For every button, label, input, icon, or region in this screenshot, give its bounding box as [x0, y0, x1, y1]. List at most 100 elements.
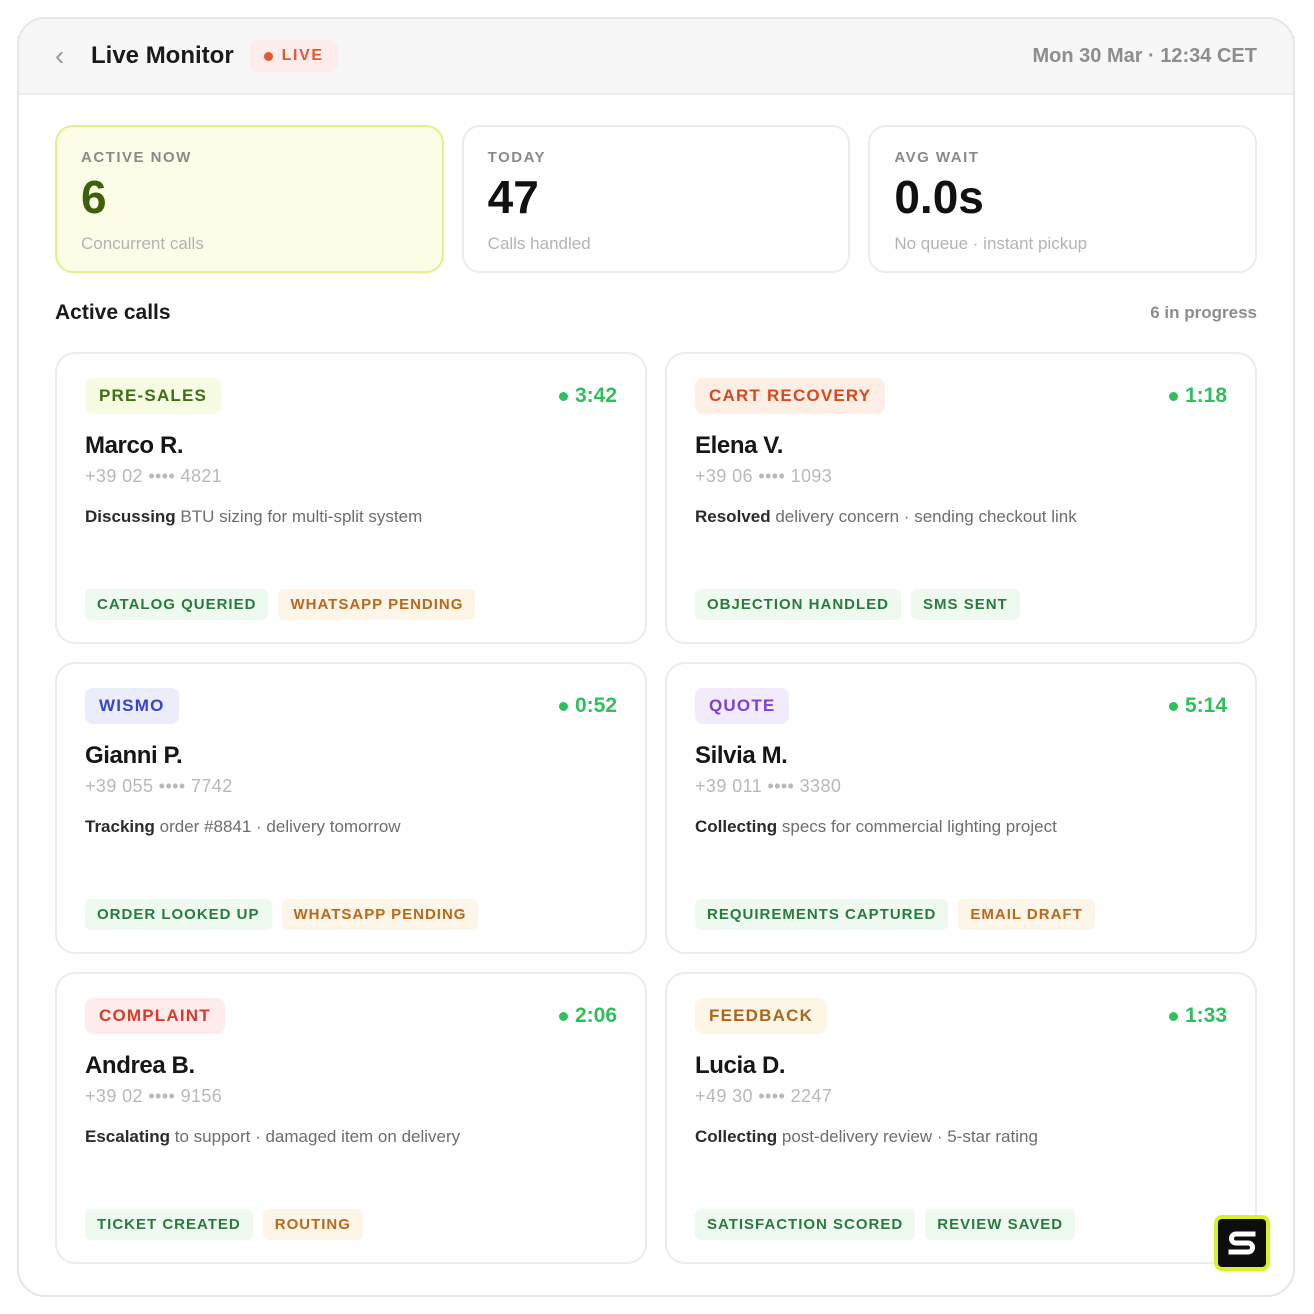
call-duration: 3:42: [574, 384, 617, 407]
status-badge: CATALOG QUERIED: [85, 589, 269, 620]
timer-dot-icon: [1168, 391, 1178, 401]
status-badge: TICKET CREATED: [85, 1209, 253, 1240]
active-calls-header: Active calls 6 in progress: [55, 301, 1257, 325]
stat-subtitle: Concurrent calls: [81, 234, 204, 253]
status-badge: EMAIL DRAFT: [958, 899, 1095, 930]
call-summary: Collecting specs for commercial lighting…: [695, 817, 1227, 837]
stat-label: AVG WAIT: [894, 149, 980, 166]
timer-dot-icon: [558, 391, 568, 401]
caller-phone: +49 30 •••• 2247: [695, 1086, 833, 1106]
timer-dot-icon: [1168, 701, 1178, 711]
stat-label: ACTIVE NOW: [81, 149, 192, 166]
call-card[interactable]: FEEDBACK 1:33 Lucia D. +49 30 •••• 2247 …: [665, 972, 1257, 1264]
status-badge: ROUTING: [262, 1209, 363, 1240]
caller-phone: +39 011 •••• 3380: [695, 776, 842, 796]
stat-value: 6: [81, 171, 107, 223]
summary-action: Escalating: [85, 1127, 171, 1146]
summary-action: Tracking: [85, 817, 155, 836]
status-badge: REQUIREMENTS CAPTURED: [695, 899, 949, 930]
caller-name: Marco R.: [85, 432, 184, 459]
call-badges: CATALOG QUERIED WHATSAPP PENDING: [85, 589, 476, 620]
call-card[interactable]: QUOTE 5:14 Silvia M. +39 011 •••• 3380 C…: [665, 662, 1257, 954]
call-summary: Tracking order #8841 · delivery tomorrow: [85, 817, 617, 837]
status-badge: ORDER LOOKED UP: [85, 899, 272, 930]
active-calls-grid: PRE-SALES 3:42 Marco R. +39 02 •••• 4821…: [55, 352, 1257, 1264]
summary-detail: specs for commercial lighting project: [777, 817, 1057, 836]
caller-name: Lucia D.: [695, 1052, 786, 1079]
summary-detail: order #8841 · delivery tomorrow: [154, 817, 401, 836]
status-badge: SMS SENT: [911, 589, 1020, 620]
call-timer: 2:06: [558, 1004, 617, 1028]
caller-phone: +39 02 •••• 9156: [85, 1086, 223, 1106]
call-duration: 2:06: [574, 1004, 617, 1027]
call-category-tag: WISMO: [85, 688, 179, 724]
caller-phone: +39 06 •••• 1093: [695, 466, 833, 486]
call-category-tag: FEEDBACK: [695, 998, 828, 1034]
summary-action: Collecting: [695, 1127, 778, 1146]
status-badge: OBJECTION HANDLED: [695, 589, 902, 620]
call-duration: 1:33: [1184, 1004, 1227, 1027]
call-badges: ORDER LOOKED UP WHATSAPP PENDING: [85, 899, 479, 930]
page-title: Live Monitor: [91, 42, 234, 69]
live-dot-icon: [263, 51, 273, 61]
call-card[interactable]: WISMO 0:52 Gianni P. +39 055 •••• 7742 T…: [55, 662, 647, 954]
summary-detail: post-delivery review · 5-star rating: [777, 1127, 1038, 1146]
call-duration: 1:18: [1184, 384, 1227, 407]
summary-detail: to support · damaged item on delivery: [170, 1127, 461, 1146]
stat-card-today: TODAY 47 Calls handled: [461, 125, 851, 273]
call-timer: 3:42: [558, 384, 617, 408]
caller-name: Elena V.: [695, 432, 783, 459]
stat-value: 0.0s: [894, 171, 984, 223]
call-summary: Discussing BTU sizing for multi-split sy…: [85, 507, 617, 527]
live-label: LIVE: [281, 47, 324, 64]
call-badges: TICKET CREATED ROUTING: [85, 1209, 363, 1240]
call-timer: 1:18: [1168, 384, 1227, 408]
calls-in-progress-count: 6 in progress: [1150, 303, 1257, 322]
summary-action: Collecting: [695, 817, 778, 836]
summary-detail: BTU sizing for multi-split system: [175, 507, 423, 526]
call-timer: 0:52: [558, 694, 617, 718]
call-category-tag: CART RECOVERY: [695, 378, 886, 414]
call-timer: 5:14: [1168, 694, 1227, 718]
summary-detail: delivery concern · sending checkout link: [770, 507, 1077, 526]
top-bar: ‹ Live Monitor LIVE Mon 30 Mar · 12:34 C…: [19, 19, 1293, 95]
call-category-tag: PRE-SALES: [85, 378, 222, 414]
caller-name: Gianni P.: [85, 742, 183, 769]
summary-action: Resolved: [695, 507, 771, 526]
stat-card-active-now: ACTIVE NOW 6 Concurrent calls: [55, 125, 444, 273]
datetime-label: Mon 30 Mar · 12:34 CET: [1032, 44, 1257, 67]
caller-name: Andrea B.: [85, 1052, 195, 1079]
call-badges: SATISFACTION SCORED REVIEW SAVED: [695, 1209, 1076, 1240]
s-logo-mark: [1218, 1219, 1266, 1267]
timer-dot-icon: [1168, 1011, 1178, 1021]
caller-phone: +39 055 •••• 7742: [85, 776, 233, 796]
call-summary: Escalating to support · damaged item on …: [85, 1127, 617, 1147]
stats-row: ACTIVE NOW 6 Concurrent calls TODAY 47 C…: [55, 125, 1258, 273]
call-badges: REQUIREMENTS CAPTURED EMAIL DRAFT: [695, 899, 1095, 930]
chevron-left-icon[interactable]: ‹: [55, 42, 81, 70]
timer-dot-icon: [558, 701, 568, 711]
caller-name: Silvia M.: [695, 742, 788, 769]
section-title: Active calls: [55, 301, 171, 324]
status-badge: WHATSAPP PENDING: [281, 899, 479, 930]
s-logo-icon[interactable]: [1214, 1215, 1270, 1271]
call-card[interactable]: CART RECOVERY 1:18 Elena V. +39 06 •••• …: [665, 352, 1257, 644]
s-logo-glyph: [1228, 1231, 1256, 1255]
call-card[interactable]: PRE-SALES 3:42 Marco R. +39 02 •••• 4821…: [55, 352, 647, 644]
call-summary: Resolved delivery concern · sending chec…: [695, 507, 1227, 527]
call-category-tag: COMPLAINT: [85, 998, 225, 1034]
caller-phone: +39 02 •••• 4821: [85, 466, 223, 486]
status-badge: SATISFACTION SCORED: [695, 1209, 916, 1240]
stat-subtitle: No queue · instant pickup: [894, 234, 1088, 253]
status-badge: WHATSAPP PENDING: [278, 589, 476, 620]
call-card[interactable]: COMPLAINT 2:06 Andrea B. +39 02 •••• 915…: [55, 972, 647, 1264]
call-duration: 0:52: [574, 694, 617, 717]
call-summary: Collecting post-delivery review · 5-star…: [695, 1127, 1227, 1147]
stat-card-avg-wait: AVG WAIT 0.0s No queue · instant pickup: [868, 125, 1258, 273]
timer-dot-icon: [558, 1011, 568, 1021]
call-badges: OBJECTION HANDLED SMS SENT: [695, 589, 1020, 620]
call-category-tag: QUOTE: [695, 688, 790, 724]
live-monitor-window: ‹ Live Monitor LIVE Mon 30 Mar · 12:34 C…: [17, 17, 1295, 1297]
call-duration: 5:14: [1184, 694, 1227, 717]
stat-value: 47: [487, 171, 539, 223]
